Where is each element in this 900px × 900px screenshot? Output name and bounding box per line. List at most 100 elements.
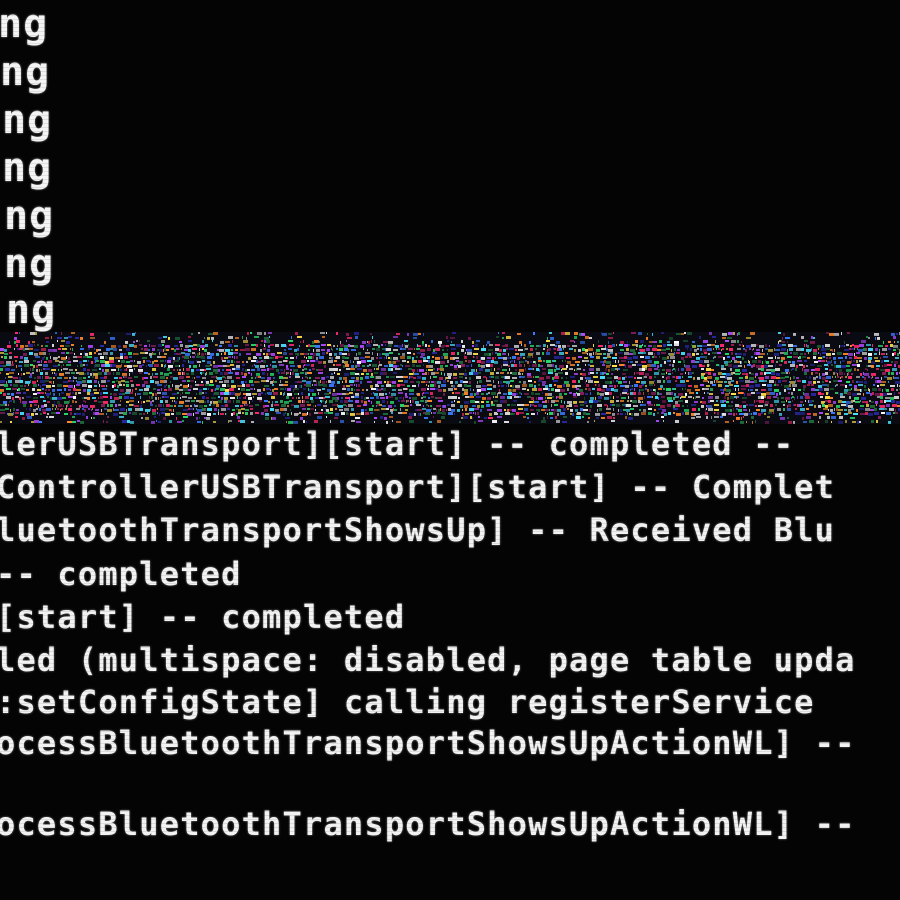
glitch-pixel (26, 372, 30, 374)
glitch-pixel (179, 341, 182, 343)
glitch-pixel (572, 380, 576, 383)
glitch-pixel (787, 356, 792, 358)
glitch-pixel (741, 341, 742, 343)
glitch-pixel (342, 388, 346, 390)
glitch-pixel (713, 420, 716, 422)
glitch-pixel (839, 372, 843, 375)
glitch-pixel (13, 400, 15, 403)
glitch-pixel (195, 412, 199, 414)
glitch-pixel (673, 408, 678, 410)
glitch-pixel (447, 360, 449, 363)
glitch-pixel (441, 356, 443, 359)
glitch-pixel (410, 376, 413, 378)
glitch-pixel (582, 416, 584, 418)
glitch-pixel (497, 393, 498, 396)
glitch-pixel (295, 388, 299, 390)
glitch-pixel (749, 348, 751, 350)
glitch-pixel (606, 388, 611, 391)
glitch-pixel (12, 361, 13, 364)
glitch-pixel (298, 393, 299, 395)
glitch-pixel (683, 360, 685, 363)
glitch-pixel (585, 364, 586, 366)
glitch-pixel (65, 345, 70, 347)
glitch-pixel (311, 400, 314, 403)
glitch-pixel (42, 376, 43, 379)
glitch-pixel (680, 380, 685, 383)
glitch-pixel (63, 405, 64, 407)
glitch-pixel (623, 409, 626, 411)
glitch-pixel (566, 384, 570, 387)
glitch-pixel (800, 401, 803, 403)
glitch-pixel (160, 400, 163, 403)
glitch-pixel (846, 381, 850, 383)
glitch-pixel (38, 364, 42, 366)
glitch-pixel (715, 412, 716, 414)
glitch-pixel (636, 344, 638, 347)
glitch-pixel (897, 348, 899, 350)
glitch-pixel (400, 356, 405, 359)
glitch-pixel (379, 361, 380, 364)
glitch-pixel (819, 388, 823, 391)
glitch-pixel (486, 364, 490, 367)
glitch-pixel (350, 413, 355, 416)
glitch-pixel (531, 413, 535, 415)
glitch-pixel (342, 356, 345, 359)
glitch-pixel (839, 345, 840, 348)
glitch-pixel (448, 388, 453, 391)
glitch-pixel (281, 372, 285, 374)
glitch-pixel (158, 404, 161, 407)
glitch-pixel (339, 409, 343, 411)
glitch-pixel (110, 337, 115, 340)
glitch-pixel (884, 376, 887, 378)
glitch-pixel (548, 372, 553, 374)
glitch-pixel (626, 409, 630, 412)
glitch-pixel (736, 356, 741, 358)
glitch-pixel (871, 365, 874, 368)
glitch-pixel (126, 401, 129, 403)
glitch-pixel (299, 412, 301, 414)
glitch-pixel (535, 348, 537, 350)
glitch-pixel (316, 369, 318, 371)
glitch-pixel (555, 389, 560, 392)
glitch-pixel (616, 396, 619, 398)
glitch-pixel (749, 409, 750, 412)
glitch-pixel (337, 373, 340, 375)
glitch-pixel (693, 345, 696, 348)
glitch-pixel (817, 345, 821, 348)
glitch-pixel (442, 412, 446, 415)
glitch-pixel (493, 396, 494, 398)
glitch-pixel (45, 372, 48, 375)
glitch-pixel (413, 377, 416, 379)
glitch-pixel (617, 368, 618, 371)
glitch-pixel (63, 360, 68, 363)
glitch-pixel (3, 401, 7, 404)
glitch-pixel (813, 349, 817, 352)
glitch-pixel (15, 360, 17, 362)
glitch-pixel (366, 389, 368, 391)
glitch-pixel (195, 353, 196, 356)
glitch-pixel (776, 373, 780, 376)
glitch-pixel (174, 345, 178, 347)
glitch-pixel (68, 396, 73, 398)
glitch-pixel (101, 364, 105, 367)
glitch-pixel (717, 412, 719, 415)
glitch-pixel (816, 376, 818, 378)
glitch-pixel (321, 400, 322, 403)
glitch-pixel (380, 397, 385, 399)
glitch-pixel (535, 393, 540, 395)
glitch-pixel (183, 388, 188, 391)
glitch-pixel (863, 372, 864, 375)
glitch-pixel (39, 421, 42, 423)
glitch-pixel (140, 408, 143, 411)
glitch-pixel (37, 392, 40, 394)
glitch-pixel (6, 373, 9, 375)
glitch-pixel (421, 388, 426, 391)
glitch-pixel (350, 368, 355, 370)
glitch-pixel (26, 413, 30, 416)
glitch-pixel (423, 360, 428, 362)
glitch-pixel (793, 404, 794, 406)
glitch-pixel (270, 389, 271, 391)
glitch-pixel (61, 408, 63, 410)
glitch-pixel (231, 360, 233, 363)
glitch-pixel (427, 356, 430, 359)
